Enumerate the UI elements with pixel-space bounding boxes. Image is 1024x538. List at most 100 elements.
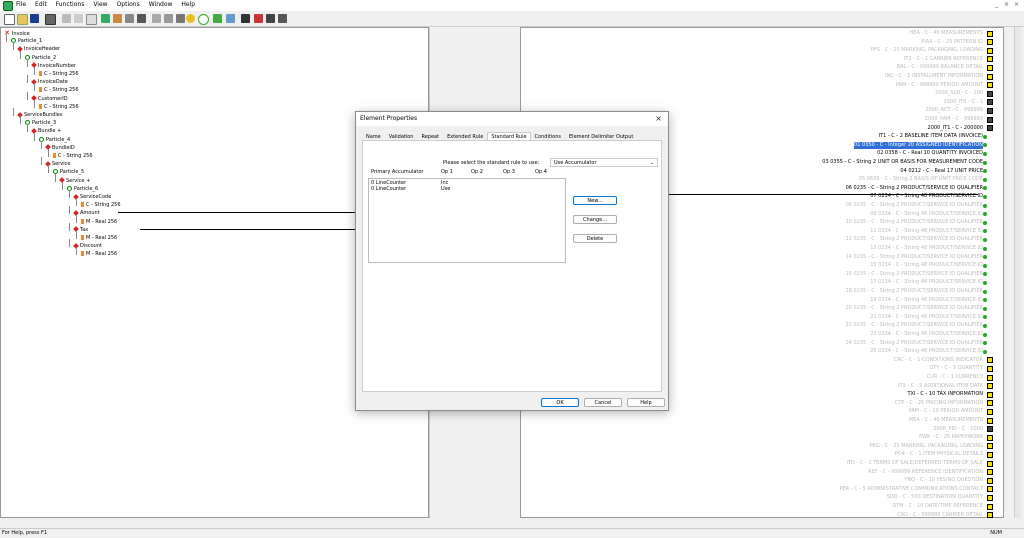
tree-node[interactable]: InvoiceHeader (17, 46, 60, 53)
target-row[interactable]: CRC - C - 1 CONDITIONS INDICATOR (894, 357, 983, 364)
help-icon[interactable] (278, 14, 287, 23)
menu-help[interactable]: Help (181, 1, 195, 8)
target-row[interactable]: PFS - C - 25 MARKING, PACKAGING, LOADING (871, 47, 983, 54)
tree-node[interactable]: C - String 256 (39, 87, 79, 94)
menu-window[interactable]: Window (149, 1, 173, 8)
menu-options[interactable]: Options (117, 1, 140, 8)
target-row[interactable]: 20 0235 - C - String 2 PRODUCT/SERVICE I… (846, 305, 983, 312)
target-row[interactable]: CTP - C - 25 PRICING INFORMATION (895, 400, 983, 407)
paste-icon[interactable] (86, 14, 97, 25)
tree-node[interactable]: M - Real 256 (81, 251, 117, 258)
table-row[interactable]: 0 LineCounter Use (369, 186, 565, 192)
cut-icon[interactable] (62, 14, 71, 23)
grid-icon[interactable] (125, 14, 134, 23)
target-row[interactable]: 2000_IT1 - C - 200000 (928, 125, 983, 132)
help-button[interactable]: Help (627, 398, 665, 407)
window-icon[interactable] (241, 14, 250, 23)
target-row[interactable]: 2000_PAM - C - 999999 (925, 116, 983, 123)
tree-node[interactable]: ServiceBundles (17, 111, 63, 119)
right-scrollbar[interactable] (1004, 27, 1024, 518)
tree-node[interactable]: InvoiceDate (31, 78, 68, 86)
target-row[interactable]: 08 0235 - C - String 2 PRODUCT/SERVICE I… (846, 202, 983, 209)
target-row[interactable]: 03 0355 - C - String 2 UNIT OR BASIS FOR… (822, 159, 983, 166)
target-row[interactable]: ITD - C - 2 TERMS OF SALE/DEFERRED TERMS… (847, 460, 983, 467)
target-row[interactable]: 12 0235 - C - String 2 PRODUCT/SERVICE I… (846, 236, 983, 243)
close-icon[interactable]: × (1013, 1, 1020, 8)
delete-button[interactable]: Delete (573, 234, 617, 243)
lightbulb-icon[interactable] (186, 14, 195, 23)
tree-icon[interactable] (152, 14, 161, 23)
print-icon[interactable] (45, 14, 56, 25)
target-row[interactable]: 2000_PID - C - 1000 (933, 426, 983, 433)
target-row[interactable]: 16 0235 - C - String 2 PRODUCT/SERVICE I… (846, 271, 983, 278)
tree-node[interactable]: CustomerID (31, 95, 68, 103)
map-icon[interactable] (101, 14, 110, 23)
target-row[interactable]: 25 0234 - C - String 48 PRODUCT/SERVICE … (870, 348, 983, 355)
tree-node[interactable]: C - String 256 (53, 153, 93, 160)
tree-node[interactable]: BundleID (45, 144, 75, 152)
change-button[interactable]: Change... (573, 215, 617, 224)
target-row[interactable]: 24 0235 - C - String 2 PRODUCT/SERVICE I… (846, 340, 983, 347)
menu-functions[interactable]: Functions (56, 1, 85, 8)
tree-node[interactable]: Particle_4 (39, 136, 70, 144)
target-row[interactable]: SDQ - C - 500 DESTINATION QUANTITY (887, 494, 983, 501)
table-icon[interactable] (113, 14, 122, 23)
tree-node[interactable]: M - Real 256 (81, 218, 117, 226)
filter-icon[interactable] (176, 14, 185, 23)
target-row[interactable]: 19 0234 - C - String 48 PRODUCT/SERVICE … (870, 297, 983, 304)
menu-view[interactable]: View (93, 1, 107, 8)
target-row[interactable]: PAM - C - 10 PERIOD AMOUNT (909, 408, 983, 415)
target-row[interactable]: CUR - C - 1 CURRENCY (927, 374, 983, 381)
refresh-icon[interactable] (226, 14, 235, 23)
target-row[interactable]: 2000_ACT - C - 999999 (925, 107, 983, 114)
target-row[interactable]: YNQ - C - 10 YES/NO QUESTION (904, 477, 983, 484)
dialog-close-icon[interactable]: × (655, 114, 662, 123)
dialog-titlebar[interactable]: Element Properties × (356, 112, 668, 126)
target-row[interactable]: 2000_SLN - C - 100 (935, 90, 983, 97)
right-scroll-track[interactable] (1014, 27, 1021, 518)
new-button[interactable]: New... (573, 196, 617, 205)
target-row[interactable]: BAL - C - 999999 BALANCE DETAIL (897, 64, 983, 71)
target-row[interactable]: 21 0234 - C - String 48 PRODUCT/SERVICE … (870, 314, 983, 321)
tree-node[interactable]: Particle_2 (25, 54, 56, 62)
chart-icon[interactable] (254, 14, 263, 23)
accumulator-table[interactable]: Primary Accumulator Op 1 Op 2 Op 3 Op 4 0 Lin… (368, 169, 566, 263)
open-folder-icon[interactable] (17, 14, 28, 25)
target-row[interactable]: TXI - C - 10 TAX INFORMATION (907, 391, 983, 398)
tree-node[interactable]: Discount (73, 242, 102, 250)
target-row[interactable]: 02 0358 - C - Real 10 QUANTITY INVOICED (877, 150, 983, 157)
target-row[interactable]: CAD - C - 999999 CARRIER DETAIL (897, 512, 983, 519)
tree-node[interactable]: M - Real 256 (81, 235, 117, 242)
target-row[interactable]: IT3 - C - 5 ADDITIONAL ITEM DATA (898, 383, 983, 390)
target-row[interactable]: 11 0234 - C - String 48 PRODUCT/SERVICE … (870, 228, 983, 235)
tree-node[interactable]: Service (45, 160, 70, 168)
target-row[interactable]: QTY - C - 5 QUANTITY (929, 365, 983, 372)
tree-node[interactable]: C - String 256 (81, 202, 121, 209)
target-row[interactable]: PWK - C - 25 PAPERWORK (919, 434, 983, 441)
link-icon[interactable] (164, 14, 173, 23)
target-row[interactable]: HEA - C - 40 MEASUREMENTS (909, 30, 983, 37)
target-row[interactable]: PIAX - C - 25 PATTERN ID (921, 39, 983, 46)
target-row[interactable]: 22 0235 - C - String 2 PRODUCT/SERVICE I… (846, 322, 983, 329)
save-icon[interactable] (30, 14, 39, 23)
ok-button[interactable]: OK (541, 398, 579, 407)
target-row[interactable]: 13 0234 - C - String 48 PRODUCT/SERVICE … (870, 245, 983, 252)
tree-node[interactable]: InvoiceNumber (31, 62, 76, 70)
target-row[interactable]: 17 0234 - C - String 48 PRODUCT/SERVICE … (870, 279, 983, 286)
tree-node[interactable]: ServiceCode (73, 193, 111, 201)
target-row[interactable]: 2000_IT8 - C - 1 (943, 99, 983, 106)
target-row[interactable]: IT1 - C - 2 BASELINE ITEM DATA (INVOICE) (879, 133, 983, 140)
tree-node[interactable]: Service + (59, 177, 90, 185)
target-row[interactable]: IT2 - C - 1 CARRIER REFERENCE (904, 56, 983, 63)
target-row[interactable]: 01 0350 - C - Integer 20 ASSIGNED IDENTI… (854, 141, 983, 149)
target-row[interactable]: 04 0212 - C - Real 17 UNIT PRICE (900, 168, 983, 175)
tree-node[interactable]: Particle_5 (53, 169, 84, 176)
target-row[interactable]: PKG - C - 25 MARKING, PACKAGING, LOADING (870, 443, 983, 450)
target-row[interactable]: DTM - C - 10 DATE/TIME REFERENCE (892, 503, 983, 510)
tree-node[interactable]: Amount (73, 210, 100, 217)
minimize-icon[interactable]: _ (993, 1, 1000, 8)
rule-select[interactable]: Use Accumulator ⌄ (550, 158, 658, 167)
restore-icon[interactable]: × (1003, 1, 1010, 8)
target-row[interactable]: 10 0235 - C - String 2 PRODUCT/SERVICE I… (846, 219, 983, 226)
arrow-icon[interactable] (213, 14, 222, 23)
